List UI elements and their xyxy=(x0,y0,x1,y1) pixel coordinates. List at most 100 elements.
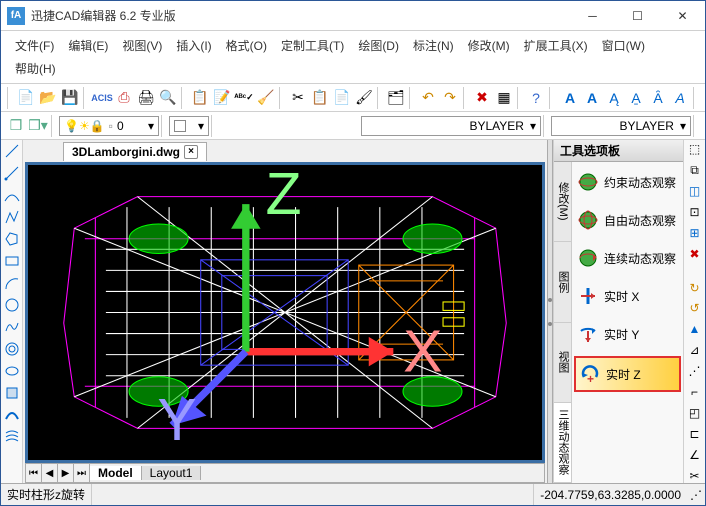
ellipse-icon[interactable] xyxy=(3,362,21,380)
resize-grip-icon[interactable]: ⋰ xyxy=(687,488,705,502)
point-icon[interactable] xyxy=(3,406,21,424)
purge-icon[interactable]: 🧹 xyxy=(255,87,277,109)
lineweight-combo[interactable]: BYLAYER▾ xyxy=(551,116,691,136)
text-a4-icon[interactable]: A̱ xyxy=(625,87,647,109)
pdf-icon[interactable]: ⎙ xyxy=(113,87,135,109)
orbit-free[interactable]: 自由动态观察 xyxy=(574,204,681,236)
realtime-y[interactable]: 实时 Y xyxy=(574,318,681,350)
layer-combo[interactable]: 💡☀🔒▫ 0 ▾ xyxy=(59,116,159,136)
menu-format[interactable]: 格式(O) xyxy=(220,35,273,56)
matchprop-icon[interactable]: 🖌 xyxy=(353,87,375,109)
layout-tab-model[interactable]: Model xyxy=(90,466,142,480)
fillet-icon[interactable]: ⌐ xyxy=(686,385,704,400)
help-icon[interactable]: ? xyxy=(525,87,547,109)
text-a6-icon[interactable]: A xyxy=(669,87,691,109)
save-icon[interactable]: 💾 xyxy=(59,87,81,109)
break-icon[interactable]: ⊏ xyxy=(686,426,704,441)
ray-icon[interactable] xyxy=(3,164,21,182)
block-icon[interactable] xyxy=(3,384,21,402)
find-icon[interactable]: 📋 xyxy=(189,87,211,109)
print-icon[interactable]: 🖨 xyxy=(135,87,157,109)
menu-express[interactable]: 扩展工具(X) xyxy=(518,35,594,56)
select-icon[interactable]: ▦ xyxy=(493,87,515,109)
rotate-icon[interactable]: ⊞ xyxy=(686,226,704,241)
realtime-z[interactable]: + 实时 Z xyxy=(574,356,681,392)
donut-icon[interactable] xyxy=(3,340,21,358)
spline-icon[interactable] xyxy=(3,318,21,336)
undo-icon[interactable]: ↶ xyxy=(417,87,439,109)
align-icon[interactable]: ⋰ xyxy=(686,364,704,379)
menu-help[interactable]: 帮助(H) xyxy=(9,58,62,79)
document-tab[interactable]: 3DLamborgini.dwg × xyxy=(63,142,207,161)
layer-states-icon[interactable]: ❒▾ xyxy=(27,115,49,137)
tab-first-icon[interactable]: ⏮ xyxy=(26,464,42,482)
vtab-modify[interactable]: 修改(M) xyxy=(554,162,571,242)
text-a2-icon[interactable]: A xyxy=(581,87,603,109)
realtime-x[interactable]: 实时 X xyxy=(574,280,681,312)
close-button[interactable]: ✕ xyxy=(660,1,705,31)
new-icon[interactable]: 📄 xyxy=(15,87,37,109)
maximize-button[interactable]: ☐ xyxy=(615,1,660,31)
text-a1-icon[interactable]: A xyxy=(559,87,581,109)
redo-icon[interactable]: ↷ xyxy=(439,87,461,109)
trim-icon[interactable]: ↻ xyxy=(686,280,704,295)
text-a5-icon[interactable]: Ȃ xyxy=(647,87,669,109)
arc-icon[interactable] xyxy=(3,274,21,292)
circle-icon[interactable] xyxy=(3,296,21,314)
tab-last-icon[interactable]: ⏭ xyxy=(74,464,90,482)
pline-icon[interactable] xyxy=(3,208,21,226)
layout-tab-layout1[interactable]: Layout1 xyxy=(142,466,202,480)
minimize-button[interactable]: ─ xyxy=(570,1,615,31)
polygon-icon[interactable] xyxy=(3,230,21,248)
line-icon[interactable] xyxy=(3,142,21,160)
move-icon[interactable]: ⬚ xyxy=(686,142,704,157)
erase-icon[interactable]: ✖ xyxy=(686,247,704,262)
text-a3-icon[interactable]: Ą xyxy=(603,87,625,109)
extend-icon[interactable]: ↺ xyxy=(686,301,704,316)
vtab-legend[interactable]: 图例 xyxy=(554,242,571,322)
palette-items: 约束动态观察 自由动态观察 连续动态观察 实时 X 实时 Y xyxy=(572,162,683,483)
menu-insert[interactable]: 插入(I) xyxy=(170,35,217,56)
copy2-icon[interactable]: ⧉ xyxy=(686,163,704,178)
rect-icon[interactable] xyxy=(3,252,21,270)
menu-tools[interactable]: 定制工具(T) xyxy=(275,35,350,56)
orbit-continuous[interactable]: 连续动态观察 xyxy=(574,242,681,274)
scale-icon[interactable]: ▲ xyxy=(686,322,704,337)
color-combo[interactable]: ▾ xyxy=(169,116,209,136)
linetype-combo[interactable]: BYLAYER▾ xyxy=(361,116,541,136)
menu-file[interactable]: 文件(F) xyxy=(9,35,60,56)
open-icon[interactable]: 📂 xyxy=(37,87,59,109)
hatch-icon[interactable] xyxy=(3,428,21,446)
explorer-icon[interactable]: 🗂 xyxy=(385,87,407,109)
layer-manager-icon[interactable]: ❒ xyxy=(5,115,27,137)
menu-draw[interactable]: 绘图(D) xyxy=(352,35,405,56)
drawing-canvas[interactable]: X Z Y xyxy=(25,162,545,463)
tab-close-icon[interactable]: × xyxy=(184,145,198,159)
tab-next-icon[interactable]: ▶ xyxy=(58,464,74,482)
orbit-constrained[interactable]: 约束动态观察 xyxy=(574,166,681,198)
paste-icon[interactable]: 📄 xyxy=(331,87,353,109)
chamfer-icon[interactable]: ◰ xyxy=(686,405,704,420)
vtab-view[interactable]: 视图 xyxy=(554,323,571,403)
vtab-3dorbit[interactable]: 三维动态观察 xyxy=(554,403,571,483)
tab-prev-icon[interactable]: ◀ xyxy=(42,464,58,482)
offset-icon[interactable]: ⊡ xyxy=(686,205,704,220)
spell-icon[interactable]: ᴬᴮᶜ✓ xyxy=(233,87,255,109)
join-icon[interactable]: ∠ xyxy=(686,447,704,462)
acis-icon[interactable]: ACIS xyxy=(91,87,113,109)
menu-window[interactable]: 窗口(W) xyxy=(596,35,651,56)
delete-icon[interactable]: ✖ xyxy=(471,87,493,109)
preview-icon[interactable]: 🔍 xyxy=(157,87,179,109)
menu-edit[interactable]: 编辑(E) xyxy=(62,35,114,56)
copy-icon[interactable]: 📋 xyxy=(309,87,331,109)
mirror-icon[interactable]: ◫ xyxy=(686,184,704,199)
audit-icon[interactable]: 📝 xyxy=(211,87,233,109)
stretch-icon[interactable]: ⊿ xyxy=(686,343,704,358)
explode-icon[interactable]: ✂ xyxy=(686,468,704,483)
menu-dimension[interactable]: 标注(N) xyxy=(407,35,460,56)
menu-view[interactable]: 视图(V) xyxy=(116,35,168,56)
cut-icon[interactable]: ✂ xyxy=(287,87,309,109)
menu-modify[interactable]: 修改(M) xyxy=(462,35,516,56)
xline-icon[interactable] xyxy=(3,186,21,204)
orbit-item-label: 约束动态观察 xyxy=(604,174,676,191)
